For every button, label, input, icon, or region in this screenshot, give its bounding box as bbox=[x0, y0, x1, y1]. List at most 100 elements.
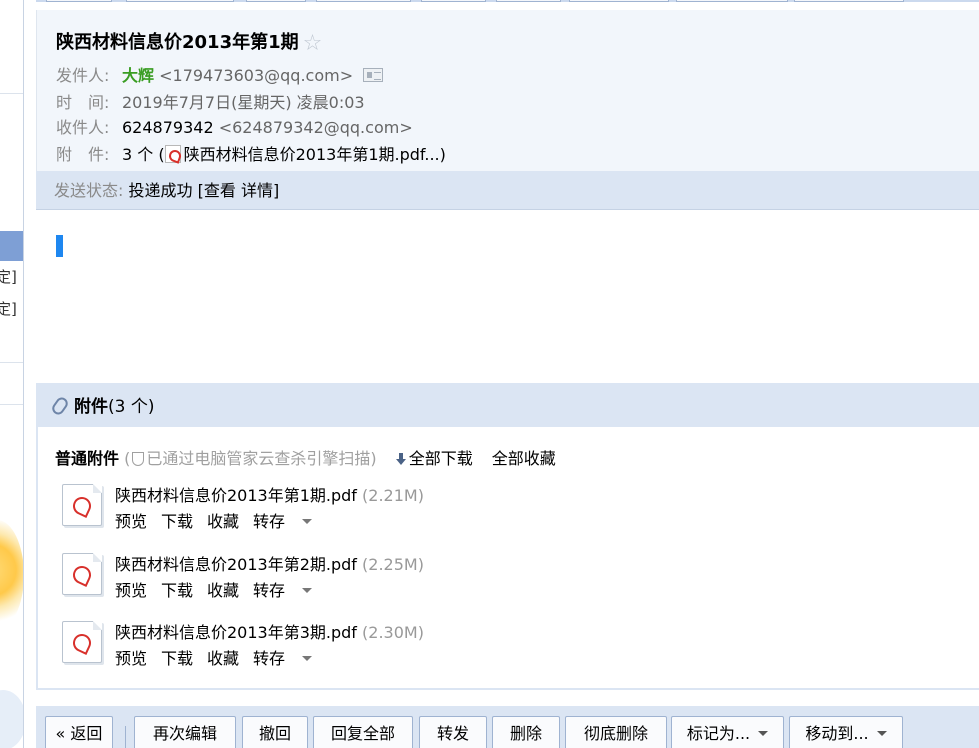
paperclip-icon bbox=[49, 395, 71, 417]
transfer-label: 转存 bbox=[253, 512, 286, 531]
attachment-label: 附 件: bbox=[56, 145, 110, 164]
attachment-filename[interactable]: 陕西材料信息价2013年第3期.pdf bbox=[115, 623, 357, 642]
mail-subject: 陕西材料信息价2013年第1期 ☆ bbox=[56, 28, 322, 56]
attachment-type-row: 普通附件 ( 已通过电脑管家云查杀引擎扫描) 全部下载 全部收藏 bbox=[55, 445, 556, 469]
download-all-button[interactable]: 全部下载 bbox=[395, 449, 473, 468]
sender-address: <179473603@qq.com> bbox=[159, 66, 354, 85]
sidebar-divider bbox=[0, 362, 23, 363]
attachment-name-row: 陕西材料信息价2013年第3期.pdf (2.30M) bbox=[115, 619, 424, 643]
sidebar-divider bbox=[0, 404, 23, 405]
attachment-close-paren: ) bbox=[439, 145, 446, 164]
toolbar-button-stub[interactable] bbox=[316, 0, 411, 2]
left-sidebar: 定] 定] bbox=[0, 0, 24, 748]
attachment-size: (2.30M) bbox=[362, 623, 424, 642]
attachments-count: (3 个) bbox=[108, 397, 155, 417]
recipient-row: 收件人: 624879342 <624879342@qq.com> bbox=[56, 114, 413, 138]
delete-button[interactable]: 删除 bbox=[492, 716, 560, 748]
cloud-decoration bbox=[0, 690, 23, 748]
toolbar-separator bbox=[125, 726, 126, 748]
mail-view: 陕西材料信息价2013年第1期 ☆ 发件人: 大辉 <179473603@qq.co… bbox=[36, 0, 979, 748]
top-toolbar bbox=[36, 0, 979, 2]
download-link[interactable]: 下载 bbox=[161, 649, 193, 668]
reedit-button[interactable]: 再次编辑 bbox=[134, 716, 236, 748]
forward-button[interactable]: 转发 bbox=[419, 716, 487, 748]
scan-status: 已通过电脑管家云查杀引擎扫描) bbox=[146, 449, 377, 468]
mail-body[interactable] bbox=[36, 211, 979, 383]
collect-link[interactable]: 收藏 bbox=[207, 649, 239, 668]
transfer-dropdown[interactable]: 转存 bbox=[253, 649, 326, 668]
sidebar-divider bbox=[0, 93, 23, 94]
transfer-label: 转存 bbox=[253, 649, 286, 668]
attachment-count: 3 个 ( bbox=[122, 145, 165, 164]
download-link[interactable]: 下载 bbox=[161, 581, 193, 600]
attachment-filename[interactable]: 陕西材料信息价2013年第2期.pdf bbox=[115, 555, 357, 574]
attachment-name-row: 陕西材料信息价2013年第1期.pdf (2.21M) bbox=[115, 482, 424, 506]
attachments-header: 附件(3 个) bbox=[38, 383, 979, 427]
recipient-label: 收件人: bbox=[56, 118, 110, 137]
pdf-file-icon[interactable] bbox=[62, 553, 102, 595]
attachment-actions: 预览 下载 收藏 转存 bbox=[115, 645, 340, 669]
pdf-file-icon[interactable] bbox=[62, 621, 102, 663]
shield-icon bbox=[132, 452, 145, 466]
time-label: 时 间: bbox=[56, 93, 110, 112]
status-value: 投递成功 bbox=[128, 181, 193, 200]
move-to-dropdown[interactable]: 移动到... bbox=[789, 716, 903, 748]
preview-link[interactable]: 预览 bbox=[115, 512, 147, 531]
download-link[interactable]: 下载 bbox=[161, 512, 193, 531]
toolbar-button-stub[interactable] bbox=[421, 0, 486, 2]
sun-decoration bbox=[0, 520, 23, 630]
toolbar-button-stub[interactable] bbox=[569, 0, 669, 2]
save-all-button[interactable]: 全部收藏 bbox=[492, 449, 556, 468]
back-button[interactable]: « 返回 bbox=[45, 716, 113, 748]
toolbar-button-stub[interactable] bbox=[46, 0, 112, 2]
sidebar-item-label[interactable]: 定] bbox=[0, 266, 17, 287]
attachments-panel: 附件(3 个) 普通附件 (已通过电脑管家云查杀引擎扫描) 全部下载 全部收藏 … bbox=[36, 383, 979, 690]
attachment-actions: 预览 下载 收藏 转存 bbox=[115, 508, 340, 532]
attachment-item: 陕西材料信息价2013年第2期.pdf (2.25M) 预览 下载 收藏 转存 bbox=[58, 551, 938, 607]
subject-text: 陕西材料信息价2013年第1期 bbox=[56, 32, 299, 53]
contact-card-icon[interactable] bbox=[363, 68, 384, 82]
toolbar-button-stub[interactable] bbox=[676, 0, 788, 2]
pdf-file-icon[interactable] bbox=[62, 484, 102, 526]
download-all-label: 全部下载 bbox=[408, 449, 473, 468]
status-detail-link[interactable]: [查看 详情] bbox=[198, 181, 280, 200]
collect-link[interactable]: 收藏 bbox=[207, 581, 239, 600]
status-label: 发送状态: bbox=[54, 181, 124, 200]
transfer-dropdown[interactable]: 转存 bbox=[253, 512, 326, 531]
delivery-status-bar: 发送状态: 投递成功 [查看 详情] bbox=[36, 171, 979, 210]
preview-link[interactable]: 预览 bbox=[115, 649, 147, 668]
mark-as-label: 标记为... bbox=[686, 724, 751, 743]
toolbar-button-stub[interactable] bbox=[126, 0, 234, 2]
sidebar-item-label[interactable]: 定] bbox=[0, 298, 17, 319]
attachment-item: 陕西材料信息价2013年第1期.pdf (2.21M) 预览 下载 收藏 转存 bbox=[58, 482, 938, 538]
move-to-label: 移动到... bbox=[805, 724, 869, 743]
sender-name[interactable]: 大辉 bbox=[122, 66, 154, 85]
delete-forever-button[interactable]: 彻底删除 bbox=[565, 716, 667, 748]
transfer-dropdown[interactable]: 转存 bbox=[253, 581, 326, 600]
chevron-down-icon bbox=[302, 519, 313, 524]
collect-link[interactable]: 收藏 bbox=[207, 512, 239, 531]
attachment-first-link[interactable]: 陕西材料信息价2013年第1期.pdf... bbox=[184, 145, 440, 164]
text-caret bbox=[56, 235, 63, 257]
attachment-size: (2.25M) bbox=[362, 555, 424, 574]
toolbar-button-stub[interactable] bbox=[794, 0, 904, 2]
toolbar-button-stub[interactable] bbox=[496, 0, 561, 2]
reply-all-button[interactable]: 回复全部 bbox=[313, 716, 413, 748]
sender-label: 发件人: bbox=[56, 66, 110, 85]
attachment-type-title: 普通附件 bbox=[55, 449, 120, 468]
recall-button[interactable]: 撤回 bbox=[242, 716, 308, 748]
preview-link[interactable]: 预览 bbox=[115, 581, 147, 600]
attachment-filename[interactable]: 陕西材料信息价2013年第1期.pdf bbox=[115, 486, 357, 505]
sidebar-selected-item[interactable] bbox=[0, 231, 23, 261]
attachment-actions: 预览 下载 收藏 转存 bbox=[115, 577, 340, 601]
recipient-name[interactable]: 624879342 bbox=[122, 118, 214, 137]
mark-as-dropdown[interactable]: 标记为... bbox=[671, 716, 784, 748]
toolbar-button-stub[interactable] bbox=[246, 0, 306, 2]
scan-paren: ( bbox=[119, 449, 131, 468]
attachments-title: 附件 bbox=[74, 397, 108, 417]
sender-row: 发件人: 大辉 <179473603@qq.com> bbox=[56, 62, 384, 86]
transfer-label: 转存 bbox=[253, 581, 286, 600]
star-icon[interactable]: ☆ bbox=[303, 31, 323, 56]
attachment-size: (2.21M) bbox=[362, 486, 424, 505]
mail-header: 陕西材料信息价2013年第1期 ☆ 发件人: 大辉 <179473603@qq.co… bbox=[36, 10, 979, 171]
